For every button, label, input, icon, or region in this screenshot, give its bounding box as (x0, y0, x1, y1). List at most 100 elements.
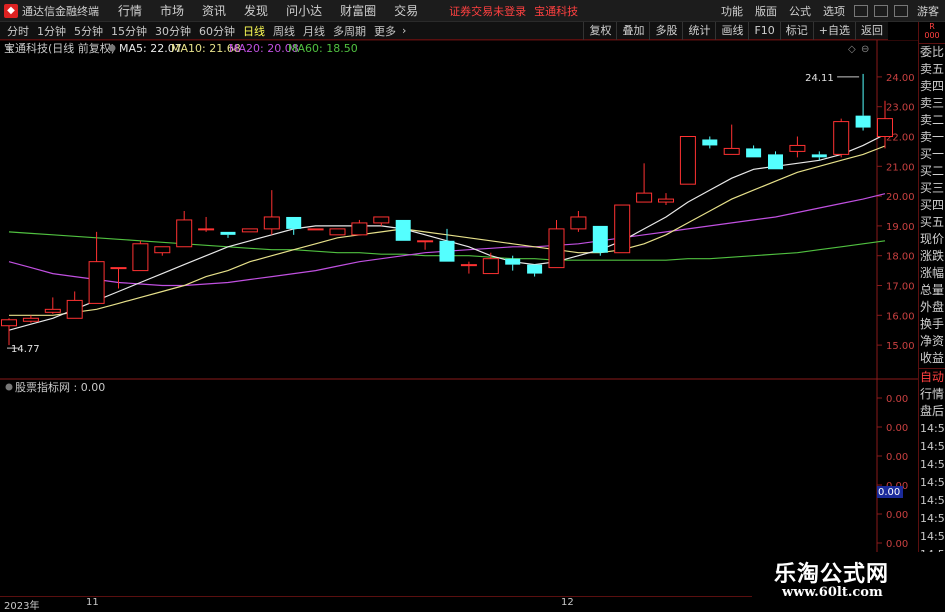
tab-60min[interactable]: 60分钟 (198, 23, 236, 39)
candle-body (592, 225, 608, 253)
candle (241, 228, 258, 233)
panel-auto[interactable]: 自动 (919, 369, 945, 386)
panel-item: 净资 (920, 334, 945, 348)
candle-body (614, 204, 631, 254)
tab-weekly[interactable]: 周线 (272, 23, 296, 39)
candle (723, 124, 740, 155)
candle-body (855, 115, 871, 128)
panel-afterhours[interactable]: 盘后 (919, 403, 945, 420)
back-button[interactable]: 返回 (855, 22, 888, 40)
maximize-icon[interactable] (874, 5, 888, 17)
candle (351, 219, 368, 236)
mark-button[interactable]: 标记 (779, 22, 813, 40)
candle (22, 315, 39, 323)
watermark-title: 乐淘公式网 (774, 561, 890, 587)
panel-item: 卖三 (920, 96, 945, 110)
tab-more[interactable]: 更多 (373, 23, 397, 39)
tab-1min[interactable]: 1分钟 (36, 23, 67, 39)
date-month-12: 12 (561, 597, 574, 608)
draw-button[interactable]: 画线 (715, 22, 748, 40)
tab-timeshare[interactable]: 分时 (6, 23, 30, 39)
quote-panel-head: R 000 (919, 22, 945, 44)
tab-5min[interactable]: 5分钟 (73, 23, 104, 39)
tab-30min[interactable]: 30分钟 (154, 23, 192, 39)
annotations: 24.11 14.77 (7, 73, 860, 355)
candle-body (395, 219, 411, 241)
candle (548, 219, 565, 269)
tab-daily[interactable]: 日线 (242, 23, 266, 39)
close-icon[interactable] (894, 5, 908, 17)
title-bar: ◆ 通达信金融终端 行情 市场 资讯 发现 问小达 财富圈 交易 证券交易未登录… (0, 0, 945, 22)
menu-market[interactable]: 市场 (160, 2, 184, 19)
menu-discover[interactable]: 发现 (244, 2, 268, 19)
tab-monthly[interactable]: 月线 (302, 23, 326, 39)
panel-item: 外盘 (920, 300, 945, 314)
candle-body (746, 148, 762, 158)
candle-body (176, 219, 193, 248)
menu-news[interactable]: 资讯 (202, 2, 226, 19)
candle (614, 204, 631, 254)
candle (679, 136, 696, 185)
candle (789, 136, 806, 158)
panel-item: 买五 (920, 215, 945, 229)
chart-toolbar: 复权 叠加 多股 统计 画线 F10 标记 +自选 返回 (583, 22, 888, 40)
candle-body (636, 192, 653, 203)
candle-body (22, 317, 39, 322)
panel-quotes[interactable]: 行情 (919, 386, 945, 403)
guest-label[interactable]: 游客 (917, 3, 939, 19)
menu-layout[interactable]: 版面 (755, 3, 777, 19)
watermark-url: www.60lt.com (782, 585, 883, 600)
tab-multi-period[interactable]: 多周期 (332, 23, 367, 39)
indicator-tick-label: 0.00 (886, 539, 908, 550)
low-label: 14.77 (11, 344, 40, 355)
multi-stock-button[interactable]: 多股 (649, 22, 682, 40)
price-tick-label: 23.00 (886, 103, 915, 114)
candle-body (220, 231, 236, 235)
date-month-11: 11 (86, 597, 99, 608)
menu-options[interactable]: 选项 (823, 3, 845, 19)
stats-button[interactable]: 统计 (682, 22, 715, 40)
chart-area[interactable]: 宝通科技(日线 前复权) MA5: 22.07 MA10: 21.68 MA20… (0, 39, 920, 596)
menu-wealth[interactable]: 财富圈 (340, 2, 376, 19)
indicator-tick-label: 0.00 (886, 394, 908, 405)
indicator-tick-label: 0.00 (886, 510, 908, 521)
candle-body (307, 228, 324, 231)
panel-item: 涨跌 (920, 249, 945, 263)
chevron-right-icon[interactable]: › (402, 24, 406, 37)
candle (592, 225, 608, 256)
candle-body (263, 216, 280, 230)
kline-chart[interactable]: 宝通科技(日线 前复权) MA5: 22.07 MA10: 21.68 MA20… (0, 39, 920, 596)
panel-item: 现价 (920, 232, 945, 246)
panel-item: 买二 (920, 164, 945, 178)
menu-function[interactable]: 功能 (721, 3, 743, 19)
tab-15min[interactable]: 15分钟 (110, 23, 148, 39)
candles (1, 73, 893, 346)
panel-head-line2: 000 (924, 31, 940, 40)
candle (417, 240, 434, 250)
f10-button[interactable]: F10 (748, 22, 779, 40)
menu-formula[interactable]: 公式 (789, 3, 811, 19)
adjust-button[interactable]: 复权 (583, 22, 616, 40)
overlay-button[interactable]: 叠加 (616, 22, 649, 40)
candle-body (482, 258, 499, 275)
panel-item: 卖二 (920, 113, 945, 127)
candle-body (679, 136, 696, 185)
zoom-icon[interactable]: ⊖ (861, 44, 869, 55)
add-watchlist-button[interactable]: +自选 (812, 22, 855, 40)
ma-settings-icon[interactable] (108, 44, 116, 52)
menu-quotes[interactable]: 行情 (118, 2, 142, 19)
menu-ask[interactable]: 问小达 (286, 2, 322, 19)
indicator-current-value: 0.00 (878, 487, 900, 498)
diamond-icon[interactable]: ◇ (848, 44, 856, 55)
candle-body (789, 144, 806, 152)
candle (395, 219, 411, 241)
menu-trade[interactable]: 交易 (394, 2, 418, 19)
candle-body (505, 258, 521, 265)
login-notice[interactable]: 证券交易未登录 (449, 3, 526, 19)
candle (636, 163, 653, 203)
candle (263, 190, 280, 235)
indicator-settings-icon[interactable] (5, 383, 13, 391)
candle-body (833, 121, 850, 155)
minimize-icon[interactable] (854, 5, 868, 17)
panel-item: 涨幅 (920, 266, 945, 280)
